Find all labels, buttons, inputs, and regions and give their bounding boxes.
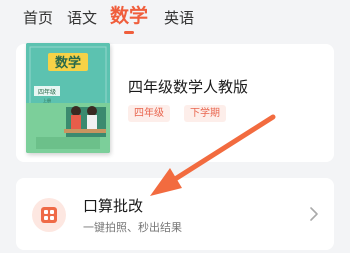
textbook-title: 四年级数学人教版 [128,78,249,96]
tab-english[interactable]: 英语 [164,8,194,28]
calculator-icon [32,198,66,232]
cover-grade: 四年级 [38,88,56,96]
textbook-cover: 数学 四年级 上册 [26,43,110,153]
chevron-right-icon [310,207,318,221]
cover-subject: 数学 [55,55,81,71]
semester-tag: 下学期 [184,105,226,122]
grade-tag: 四年级 [128,105,170,122]
tool-subtitle: 一键拍照、秒出结果 [83,221,182,234]
active-tab-indicator [124,31,134,34]
tab-chinese[interactable]: 语文 [67,8,97,28]
cover-volume: 上册 [43,97,51,103]
oral-calc-correction-card[interactable]: 口算批改 一键拍照、秒出结果 [16,178,334,250]
tool-title: 口算批改 [83,197,144,215]
tab-home[interactable]: 首页 [23,8,53,28]
textbook-card[interactable]: 数学 四年级 上册 四年级数学人教版 四年级 下学期 [16,43,334,162]
tab-math[interactable]: 数学 [110,4,148,28]
subject-tabs: 首页 语文 数学 英语 [0,0,350,44]
